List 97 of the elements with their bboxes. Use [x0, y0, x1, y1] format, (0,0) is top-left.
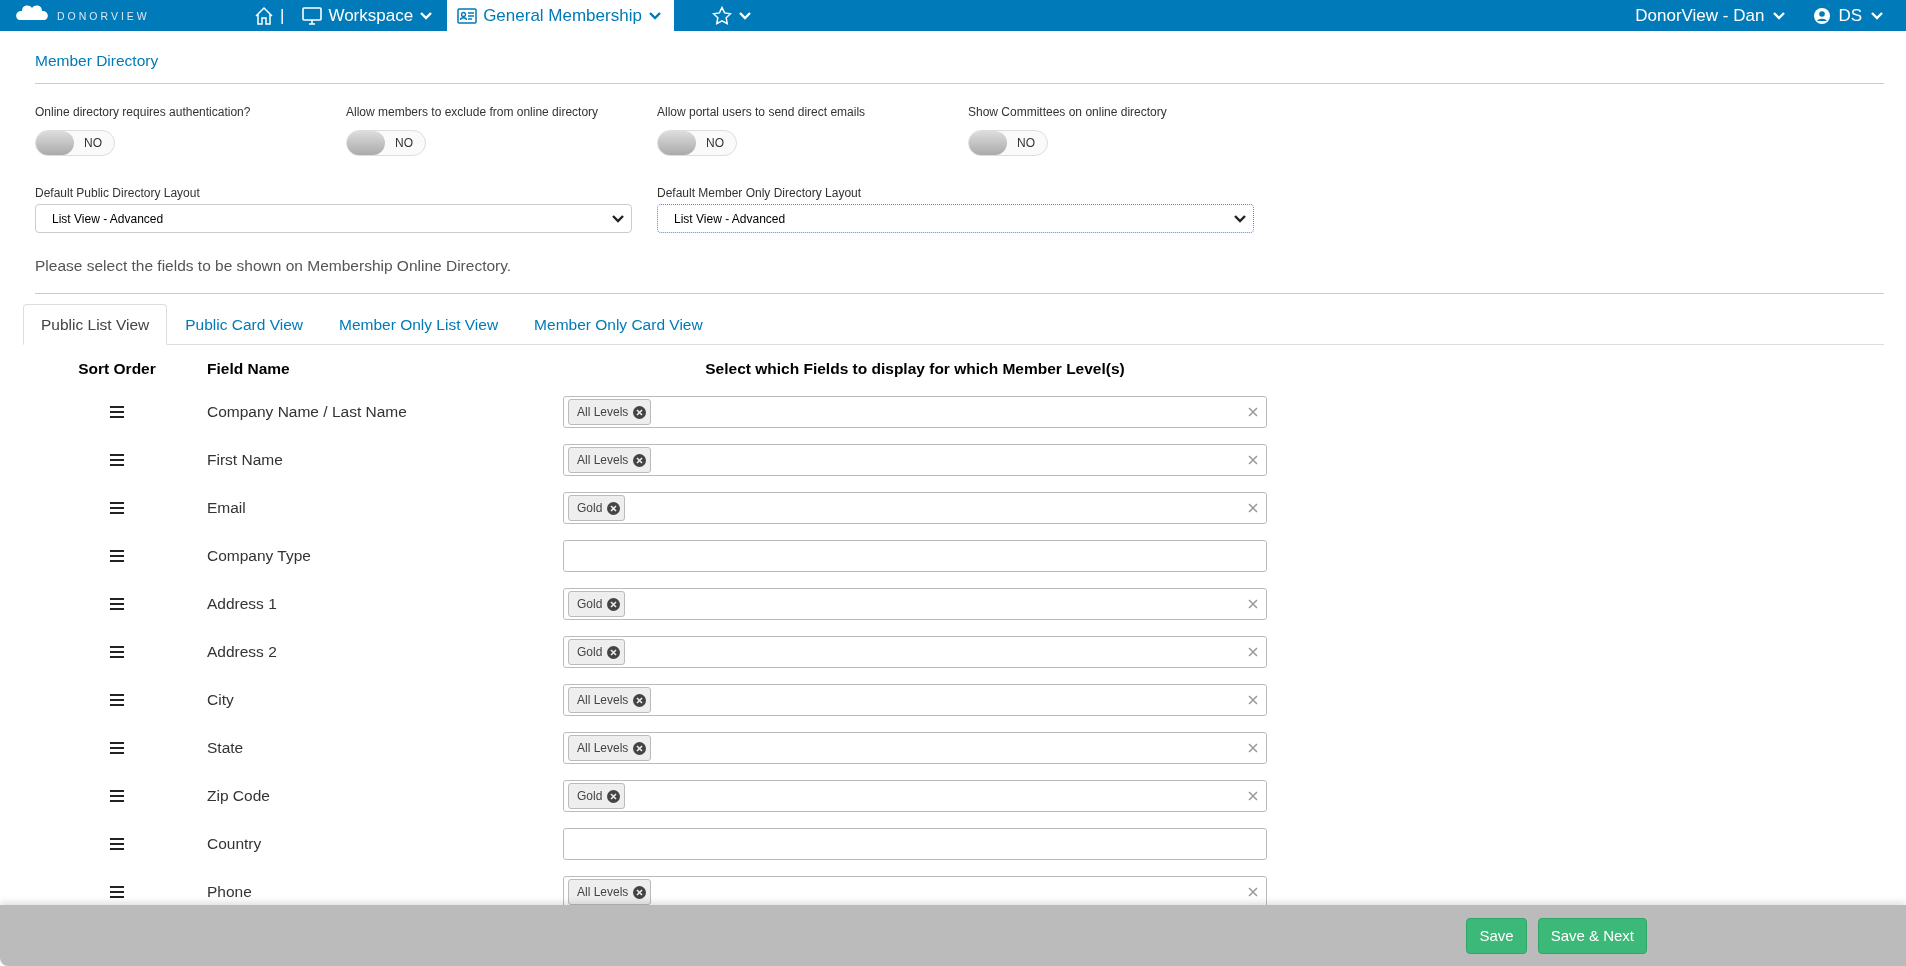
remove-tag-icon[interactable] — [633, 693, 647, 707]
clear-icon[interactable] — [1248, 743, 1258, 753]
field-label: Default Member Only Directory Layout — [657, 186, 862, 200]
level-select-field[interactable] — [563, 540, 1267, 572]
clear-icon[interactable] — [1248, 887, 1258, 897]
remove-tag-icon[interactable] — [607, 597, 621, 611]
chevron-down-icon — [1233, 213, 1247, 224]
star-icon — [711, 5, 732, 26]
setting-label: Allow members to exclude from online directory — [346, 105, 599, 119]
field-name: State — [207, 739, 244, 757]
brand-name: DONORVIEW — [57, 9, 150, 22]
level-select-field[interactable]: Gold — [563, 780, 1267, 812]
column-header: Sort Order — [78, 359, 156, 379]
level-select-field[interactable]: All Levels — [563, 684, 1267, 716]
drag-handle-icon[interactable] — [110, 550, 124, 562]
drag-handle-icon[interactable] — [110, 598, 124, 610]
level-tag: All Levels — [568, 687, 652, 713]
clear-icon[interactable] — [1248, 695, 1258, 705]
chevron-down-icon — [1870, 10, 1884, 21]
home-icon — [254, 5, 274, 26]
chevron-down-icon — [647, 10, 662, 21]
level-tag: All Levels — [568, 399, 652, 425]
clear-icon[interactable] — [1248, 599, 1258, 609]
field-name: Address 2 — [207, 643, 277, 661]
chevron-down-icon — [611, 213, 625, 224]
field-name: Email — [207, 499, 246, 517]
level-tag: All Levels — [568, 447, 652, 473]
clear-icon[interactable] — [1248, 455, 1258, 465]
drag-handle-icon[interactable] — [110, 406, 124, 418]
field-name: City — [207, 691, 234, 709]
chevron-down-icon — [419, 10, 434, 21]
level-select-field[interactable]: Gold — [563, 636, 1267, 668]
clear-icon[interactable] — [1248, 407, 1258, 417]
drag-handle-icon[interactable] — [110, 886, 124, 898]
field-name: Country — [207, 835, 262, 853]
view-tab[interactable]: Public Card View — [167, 304, 321, 345]
level-tag: Gold — [568, 591, 626, 617]
drag-handle-icon[interactable] — [110, 742, 124, 754]
drag-handle-icon[interactable] — [110, 790, 124, 802]
field-name: Phone — [207, 883, 252, 901]
toggle-switch[interactable]: NO — [346, 130, 426, 156]
layout-dropdown[interactable]: List View - Advanced — [35, 204, 632, 233]
field-label: Default Public Directory Layout — [35, 186, 200, 200]
chevron-down-icon — [1772, 10, 1787, 21]
field-name: First Name — [207, 451, 283, 469]
account-menu[interactable]: DonorView - Dan — [1635, 5, 1787, 26]
column-header: Select which Fields to display for which Member Level(s) — [705, 359, 1125, 379]
clear-icon[interactable] — [1248, 647, 1258, 657]
monitor-icon — [302, 6, 323, 25]
chevron-down-icon — [737, 10, 752, 21]
field-name: Zip Code — [207, 787, 270, 805]
setting-label: Allow portal users to send direct emails — [657, 105, 866, 119]
remove-tag-icon[interactable] — [607, 789, 621, 803]
field-name: Address 1 — [207, 595, 277, 613]
drag-handle-icon[interactable] — [110, 502, 124, 514]
level-select-field[interactable]: All Levels — [563, 444, 1267, 476]
level-select-field[interactable]: All Levels — [563, 396, 1267, 428]
level-tag: Gold — [568, 639, 626, 665]
level-select-field[interactable]: All Levels — [563, 732, 1267, 764]
field-name: Company Name / Last Name — [207, 403, 407, 421]
level-select-field[interactable]: Gold — [563, 588, 1267, 620]
level-select-field[interactable]: Gold — [563, 492, 1267, 524]
column-header: Field Name — [207, 359, 291, 379]
view-tab[interactable]: Public List View — [23, 304, 168, 345]
remove-tag-icon[interactable] — [633, 453, 647, 467]
clear-icon[interactable] — [1248, 503, 1258, 513]
nav-menu-tab[interactable]: General Membership — [447, 0, 674, 31]
remove-tag-icon[interactable] — [633, 405, 647, 419]
drag-handle-icon[interactable] — [110, 694, 124, 706]
remove-tag-icon[interactable] — [607, 645, 621, 659]
remove-tag-icon[interactable] — [607, 501, 621, 515]
instruction-text: Please select the fields to be shown on Membership Online Directory. — [34, 256, 512, 276]
view-tab[interactable]: Member Only List View — [321, 304, 517, 345]
toggle-switch[interactable]: NO — [968, 130, 1048, 156]
drag-handle-icon[interactable] — [110, 454, 124, 466]
level-tag: Gold — [568, 783, 626, 809]
section-title: Member Directory — [34, 51, 159, 71]
level-select-field[interactable] — [563, 828, 1267, 860]
drag-handle-icon[interactable] — [110, 646, 124, 658]
field-name: Company Type — [207, 547, 311, 565]
nav-separator: | — [280, 5, 285, 26]
clear-icon[interactable] — [1248, 791, 1258, 801]
level-tag: All Levels — [568, 879, 652, 905]
setting-label: Show Committees on online directory — [968, 105, 1167, 119]
remove-tag-icon[interactable] — [633, 741, 647, 755]
remove-tag-icon[interactable] — [633, 885, 647, 899]
id-card-icon — [457, 7, 478, 24]
nav-menu-tab[interactable]: Workspace — [288, 0, 448, 31]
user-avatar-icon — [1814, 7, 1831, 24]
level-tag: Gold — [568, 495, 626, 521]
setting-label: Online directory requires authentication? — [35, 105, 251, 119]
drag-handle-icon[interactable] — [110, 838, 124, 850]
toggle-switch[interactable]: NO — [35, 130, 115, 156]
toggle-switch[interactable]: NO — [657, 130, 737, 156]
level-tag: All Levels — [568, 735, 652, 761]
view-tab[interactable]: Member Only Card View — [516, 304, 721, 345]
user-menu[interactable]: DS — [1814, 5, 1884, 26]
